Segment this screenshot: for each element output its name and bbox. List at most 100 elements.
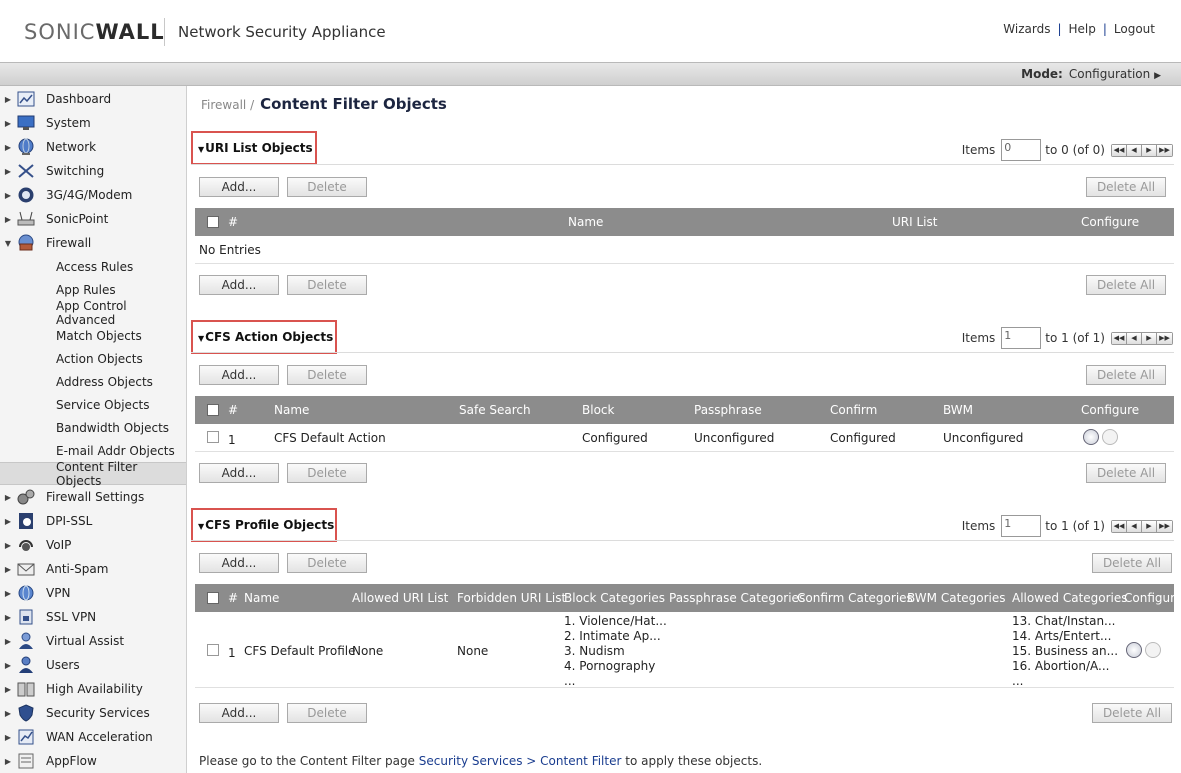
sidebar-item-dashboard[interactable]: ▶ Dashboard bbox=[0, 87, 186, 111]
first-page-icon[interactable]: ◀◀ bbox=[1112, 144, 1127, 156]
sidebar-item-appflow[interactable]: ▶ AppFlow bbox=[0, 749, 186, 773]
sidebar-item-firewall[interactable]: ▼ Firewall bbox=[0, 231, 186, 255]
action-delete-all-button[interactable]: Delete All bbox=[1086, 365, 1166, 385]
select-all-checkbox[interactable] bbox=[207, 404, 219, 416]
prev-page-icon[interactable]: ◀ bbox=[1127, 144, 1142, 156]
last-page-icon[interactable]: ▶▶ bbox=[1157, 520, 1172, 532]
breadcrumb-parent[interactable]: Firewall / bbox=[201, 98, 254, 112]
profile-add-button[interactable]: Add... bbox=[199, 553, 279, 573]
sidebar-sub-access-rules[interactable]: Access Rules bbox=[56, 255, 133, 278]
expand-arrow-icon[interactable]: ▶ bbox=[0, 143, 16, 152]
logout-link[interactable]: Logout bbox=[1114, 22, 1155, 36]
sidebar-item-virtual-assist[interactable]: ▶ Virtual Assist bbox=[0, 629, 186, 653]
uri-delete-all-button[interactable]: Delete All bbox=[1086, 177, 1166, 197]
person-icon bbox=[16, 632, 36, 650]
expand-arrow-icon[interactable]: ▶ bbox=[0, 661, 16, 670]
sidebar-sub-service-objects[interactable]: Service Objects bbox=[56, 393, 150, 416]
profile-delete-button[interactable]: Delete bbox=[287, 553, 367, 573]
first-page-icon[interactable]: ◀◀ bbox=[1112, 520, 1127, 532]
expand-arrow-icon[interactable]: ▶ bbox=[0, 119, 16, 128]
expand-arrow-icon[interactable]: ▶ bbox=[0, 493, 16, 502]
sidebar-item-switching[interactable]: ▶ Switching bbox=[0, 159, 186, 183]
sidebar-item-network[interactable]: ▶ Network bbox=[0, 135, 186, 159]
sidebar-sub-address-objects[interactable]: Address Objects bbox=[56, 370, 153, 393]
uri-delete-all-button-bottom[interactable]: Delete All bbox=[1086, 275, 1166, 295]
edit-icon[interactable] bbox=[1083, 429, 1099, 445]
section-title-cfs-action[interactable]: ▼CFS Action Objects bbox=[191, 320, 337, 354]
action-page-input[interactable]: 1 bbox=[1001, 327, 1042, 349]
expand-arrow-icon[interactable]: ▶ bbox=[0, 95, 16, 104]
sidebar-item-sonicpoint[interactable]: ▶ SonicPoint bbox=[0, 207, 186, 231]
profile-add-button-bottom[interactable]: Add... bbox=[199, 703, 279, 723]
action-delete-button-bottom[interactable]: Delete bbox=[287, 463, 367, 483]
sidebar-sub-action-objects[interactable]: Action Objects bbox=[56, 347, 143, 370]
row-checkbox[interactable] bbox=[207, 431, 219, 443]
sidebar-sub-content-filter-objects[interactable]: Content Filter Objects bbox=[0, 460, 186, 488]
sidebar-item-system[interactable]: ▶ System bbox=[0, 111, 186, 135]
sidebar-item-modem[interactable]: ▶ 3G/4G/Modem bbox=[0, 183, 186, 207]
breadcrumb: Firewall / Content Filter Objects bbox=[201, 95, 447, 113]
collapse-arrow-icon[interactable]: ▼ bbox=[0, 239, 16, 248]
uri-delete-button[interactable]: Delete bbox=[287, 177, 367, 197]
sidebar-item-dpi-ssl[interactable]: ▶ DPI-SSL bbox=[0, 509, 186, 533]
content-filter-link[interactable]: Security Services > Content Filter bbox=[419, 754, 622, 768]
sidebar-item-firewall-settings[interactable]: ▶ Firewall Settings bbox=[0, 485, 186, 509]
uri-add-button-bottom[interactable]: Add... bbox=[199, 275, 279, 295]
sidebar-item-voip[interactable]: ▶ VoIP bbox=[0, 533, 186, 557]
sidebar-sub-bandwidth-objects[interactable]: Bandwidth Objects bbox=[56, 416, 169, 439]
sidebar: ▶ Dashboard ▶ System ▶ Network ▶ Switching ▶… bbox=[0, 86, 187, 773]
expand-arrow-icon[interactable]: ▶ bbox=[0, 541, 16, 550]
first-page-icon[interactable]: ◀◀ bbox=[1112, 332, 1127, 344]
action-delete-all-button-bottom[interactable]: Delete All bbox=[1086, 463, 1166, 483]
profile-delete-button-bottom[interactable]: Delete bbox=[287, 703, 367, 723]
sidebar-item-wan-acceleration[interactable]: ▶ WAN Acceleration bbox=[0, 725, 186, 749]
profile-page-input[interactable]: 1 bbox=[1001, 515, 1042, 537]
expand-arrow-icon[interactable]: ▶ bbox=[0, 565, 16, 574]
sidebar-item-vpn[interactable]: ▶ VPN bbox=[0, 581, 186, 605]
sidebar-item-high-availability[interactable]: ▶ High Availability bbox=[0, 677, 186, 701]
uri-delete-button-bottom[interactable]: Delete bbox=[287, 275, 367, 295]
last-page-icon[interactable]: ▶▶ bbox=[1157, 144, 1172, 156]
wizards-link[interactable]: Wizards bbox=[1003, 22, 1050, 36]
expand-arrow-icon[interactable]: ▶ bbox=[0, 685, 16, 694]
next-page-icon[interactable]: ▶ bbox=[1142, 520, 1157, 532]
sidebar-item-ssl-vpn[interactable]: ▶ SSL VPN bbox=[0, 605, 186, 629]
sidebar-sub-match-objects[interactable]: Match Objects bbox=[56, 324, 142, 347]
next-page-icon[interactable]: ▶ bbox=[1142, 144, 1157, 156]
expand-arrow-icon[interactable]: ▶ bbox=[0, 191, 16, 200]
select-all-checkbox[interactable] bbox=[207, 592, 219, 604]
expand-arrow-icon[interactable]: ▶ bbox=[0, 215, 16, 224]
expand-arrow-icon[interactable]: ▶ bbox=[0, 167, 16, 176]
help-link[interactable]: Help bbox=[1069, 22, 1096, 36]
expand-arrow-icon[interactable]: ▶ bbox=[0, 757, 16, 766]
edit-icon[interactable] bbox=[1126, 642, 1142, 658]
last-page-icon[interactable]: ▶▶ bbox=[1157, 332, 1172, 344]
section-title-uri-list[interactable]: ▼URI List Objects bbox=[191, 131, 317, 165]
action-delete-button[interactable]: Delete bbox=[287, 365, 367, 385]
uri-add-button[interactable]: Add... bbox=[199, 177, 279, 197]
mode-toggle[interactable]: Mode: Configuration ▶ bbox=[1021, 67, 1161, 81]
profile-delete-all-button[interactable]: Delete All bbox=[1092, 553, 1172, 573]
prev-page-icon[interactable]: ◀ bbox=[1127, 520, 1142, 532]
select-all-checkbox[interactable] bbox=[207, 216, 219, 228]
wan-icon bbox=[16, 728, 36, 746]
row-checkbox[interactable] bbox=[207, 644, 219, 656]
expand-arrow-icon[interactable]: ▶ bbox=[0, 733, 16, 742]
expand-arrow-icon[interactable]: ▶ bbox=[0, 637, 16, 646]
expand-arrow-icon[interactable]: ▶ bbox=[0, 613, 16, 622]
action-add-button[interactable]: Add... bbox=[199, 365, 279, 385]
sidebar-item-anti-spam[interactable]: ▶ Anti-Spam bbox=[0, 557, 186, 581]
profile-delete-all-button-bottom[interactable]: Delete All bbox=[1092, 703, 1172, 723]
section-title-cfs-profile[interactable]: ▼CFS Profile Objects bbox=[191, 508, 337, 542]
action-add-button-bottom[interactable]: Add... bbox=[199, 463, 279, 483]
uri-page-input[interactable]: 0 bbox=[1001, 139, 1042, 161]
action-pager: Items 1 to 1 (of 1) ◀◀ ◀ ▶ ▶▶ bbox=[962, 326, 1173, 350]
prev-page-icon[interactable]: ◀ bbox=[1127, 332, 1142, 344]
sidebar-item-security-services[interactable]: ▶ Security Services bbox=[0, 701, 186, 725]
sidebar-sub-app-control-advanced[interactable]: App Control Advanced bbox=[56, 299, 186, 327]
expand-arrow-icon[interactable]: ▶ bbox=[0, 709, 16, 718]
next-page-icon[interactable]: ▶ bbox=[1142, 332, 1157, 344]
sidebar-item-users[interactable]: ▶ Users bbox=[0, 653, 186, 677]
expand-arrow-icon[interactable]: ▶ bbox=[0, 589, 16, 598]
expand-arrow-icon[interactable]: ▶ bbox=[0, 517, 16, 526]
